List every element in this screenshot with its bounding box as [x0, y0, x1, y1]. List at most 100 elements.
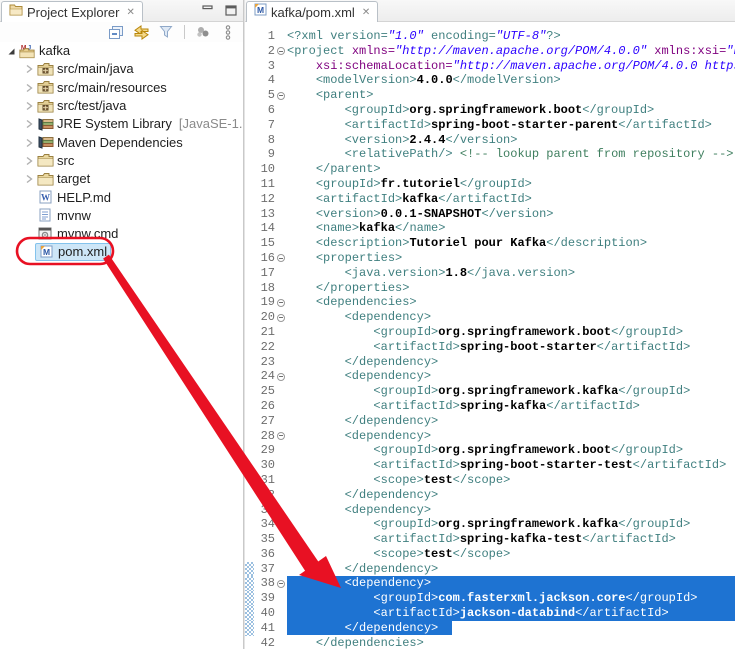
code-text[interactable]: </properties>	[287, 281, 735, 296]
tree-collapsed-arrow-icon[interactable]	[22, 83, 35, 93]
code-text[interactable]: </dependency>	[287, 562, 735, 577]
code-text[interactable]: <dependency>	[287, 310, 735, 325]
code-text[interactable]: </dependency>	[287, 621, 735, 636]
tree-item-src-main-java[interactable]: src/main/java	[0, 60, 243, 78]
code-line-37[interactable]: 37 </dependency>	[245, 562, 735, 577]
code-text[interactable]: <parent>	[287, 88, 735, 103]
code-line-40[interactable]: 40 <artifactId>jackson-databind</artifac…	[245, 606, 735, 621]
code-line-18[interactable]: 18 </properties>	[245, 281, 735, 296]
code-line-4[interactable]: 4 <modelVersion>4.0.0</modelVersion>	[245, 73, 735, 88]
code-text[interactable]: <properties>	[287, 251, 735, 266]
code-line-12[interactable]: 12 <artifactId>kafka</artifactId>	[245, 192, 735, 207]
tree-collapsed-arrow-icon[interactable]	[22, 138, 35, 148]
tree-item-maven-dependencies[interactable]: Maven Dependencies	[0, 133, 243, 151]
code-text[interactable]: <artifactId>spring-kafka-test</artifactI…	[287, 532, 735, 547]
code-line-3[interactable]: 3 xsi:schemaLocation="http://maven.apach…	[245, 59, 735, 74]
code-line-36[interactable]: 36 <scope>test</scope>	[245, 547, 735, 562]
code-text[interactable]: <scope>test</scope>	[287, 473, 735, 488]
code-text[interactable]: <artifactId>spring-boot-starter</artifac…	[287, 340, 735, 355]
code-text[interactable]: </parent>	[287, 162, 735, 177]
code-line-19[interactable]: 19 <dependencies>	[245, 295, 735, 310]
fold-collapse-icon[interactable]	[277, 88, 287, 103]
editor-tab-close-icon[interactable]: ✕	[362, 7, 370, 18]
code-line-28[interactable]: 28 <dependency>	[245, 429, 735, 444]
code-text[interactable]: <scope>test</scope>	[287, 547, 735, 562]
code-line-8[interactable]: 8 <version>2.4.4</version>	[245, 133, 735, 148]
code-line-13[interactable]: 13 <version>0.0.1-SNAPSHOT</version>	[245, 207, 735, 222]
minimize-view-button[interactable]	[201, 4, 214, 16]
fold-collapse-icon[interactable]	[277, 295, 287, 310]
focus-tasks-icon[interactable]	[194, 23, 212, 41]
code-text[interactable]: <dependency>	[287, 429, 735, 444]
tree-item-help-md[interactable]: WHELP.md	[0, 188, 243, 206]
code-text[interactable]: <dependencies>	[287, 295, 735, 310]
tree-item-pom-xml[interactable]: Mpom.xml	[0, 243, 243, 261]
tree-expanded-arrow-icon[interactable]	[4, 46, 17, 56]
code-line-42[interactable]: 42 </dependencies>	[245, 636, 735, 649]
code-text[interactable]: <relativePath/> <!-- lookup parent from …	[287, 147, 735, 162]
xml-source-editor[interactable]: 1<?xml version="1.0" encoding="UTF-8"?>2…	[245, 22, 735, 649]
code-line-22[interactable]: 22 <artifactId>spring-boot-starter</arti…	[245, 340, 735, 355]
code-text[interactable]: <groupId>org.springframework.kafka</grou…	[287, 517, 735, 532]
code-line-23[interactable]: 23 </dependency>	[245, 355, 735, 370]
code-text[interactable]: <groupId>org.springframework.kafka</grou…	[287, 384, 735, 399]
tree-item-mvnw[interactable]: mvnw	[0, 207, 243, 225]
code-line-34[interactable]: 34 <groupId>org.springframework.kafka</g…	[245, 517, 735, 532]
code-text[interactable]: </dependency>	[287, 488, 735, 503]
code-text[interactable]: <artifactId>jackson-databind</artifactId…	[287, 606, 735, 621]
tree-item-kafka[interactable]: MJkafka	[0, 42, 243, 60]
fold-collapse-icon[interactable]	[277, 576, 287, 591]
tree-item-src[interactable]: src	[0, 152, 243, 170]
code-line-39[interactable]: 39 <groupId>com.fasterxml.jackson.core</…	[245, 591, 735, 606]
code-line-25[interactable]: 25 <groupId>org.springframework.kafka</g…	[245, 384, 735, 399]
tree-collapsed-arrow-icon[interactable]	[22, 101, 35, 111]
code-line-6[interactable]: 6 <groupId>org.springframework.boot</gro…	[245, 103, 735, 118]
code-line-5[interactable]: 5 <parent>	[245, 88, 735, 103]
fold-collapse-icon[interactable]	[277, 310, 287, 325]
maximize-view-button[interactable]	[224, 4, 237, 16]
tree-collapsed-arrow-icon[interactable]	[22, 119, 35, 129]
tree-item-mvnw-cmd[interactable]: mvnw.cmd	[0, 225, 243, 243]
code-text[interactable]: <groupId>org.springframework.boot</group…	[287, 103, 735, 118]
collapse-all-icon[interactable]	[107, 23, 125, 41]
code-line-35[interactable]: 35 <artifactId>spring-kafka-test</artifa…	[245, 532, 735, 547]
code-text[interactable]: <dependency>	[287, 503, 735, 518]
tree-item-jre-system-library[interactable]: JRE System Library[JavaSE-1.8]	[0, 115, 243, 133]
code-text[interactable]: <dependency>	[287, 576, 735, 591]
tree-item-src-main-resources[interactable]: src/main/resources	[0, 79, 243, 97]
code-line-30[interactable]: 30 <artifactId>spring-boot-starter-test<…	[245, 458, 735, 473]
code-text[interactable]: </dependency>	[287, 414, 735, 429]
code-text[interactable]: <dependency>	[287, 369, 735, 384]
link-with-editor-icon[interactable]	[132, 23, 150, 41]
tree-item-target[interactable]: target	[0, 170, 243, 188]
code-line-32[interactable]: 32 </dependency>	[245, 488, 735, 503]
filter-icon[interactable]	[157, 23, 175, 41]
code-line-33[interactable]: 33 <dependency>	[245, 503, 735, 518]
code-text[interactable]: <artifactId>kafka</artifactId>	[287, 192, 735, 207]
fold-collapse-icon[interactable]	[277, 44, 287, 59]
code-line-29[interactable]: 29 <groupId>org.springframework.boot</gr…	[245, 443, 735, 458]
code-line-24[interactable]: 24 <dependency>	[245, 369, 735, 384]
code-text[interactable]: <groupId>org.springframework.boot</group…	[287, 325, 735, 340]
code-text[interactable]: <version>0.0.1-SNAPSHOT</version>	[287, 207, 735, 222]
code-line-31[interactable]: 31 <scope>test</scope>	[245, 473, 735, 488]
tree-item-src-test-java[interactable]: src/test/java	[0, 97, 243, 115]
code-line-16[interactable]: 16 <properties>	[245, 251, 735, 266]
code-line-7[interactable]: 7 <artifactId>spring-boot-starter-parent…	[245, 118, 735, 133]
code-line-10[interactable]: 10 </parent>	[245, 162, 735, 177]
tree-collapsed-arrow-icon[interactable]	[22, 174, 35, 184]
code-line-26[interactable]: 26 <artifactId>spring-kafka</artifactId>	[245, 399, 735, 414]
fold-collapse-icon[interactable]	[277, 251, 287, 266]
tab-kafka-pom-xml[interactable]: M kafka/pom.xml ✕	[246, 1, 378, 22]
code-text[interactable]: <name>kafka</name>	[287, 221, 735, 236]
code-text[interactable]: <groupId>fr.tutoriel</groupId>	[287, 177, 735, 192]
code-text[interactable]: xsi:schemaLocation="http://maven.apache.…	[287, 59, 735, 74]
tab-project-explorer[interactable]: Project Explorer ✕	[1, 1, 143, 22]
code-line-27[interactable]: 27 </dependency>	[245, 414, 735, 429]
code-line-20[interactable]: 20 <dependency>	[245, 310, 735, 325]
view-menu-icon[interactable]	[219, 23, 237, 41]
code-text[interactable]: <artifactId>spring-kafka</artifactId>	[287, 399, 735, 414]
code-line-38[interactable]: 38 <dependency>	[245, 576, 735, 591]
code-text[interactable]: <artifactId>spring-boot-starter-test</ar…	[287, 458, 735, 473]
code-line-21[interactable]: 21 <groupId>org.springframework.boot</gr…	[245, 325, 735, 340]
